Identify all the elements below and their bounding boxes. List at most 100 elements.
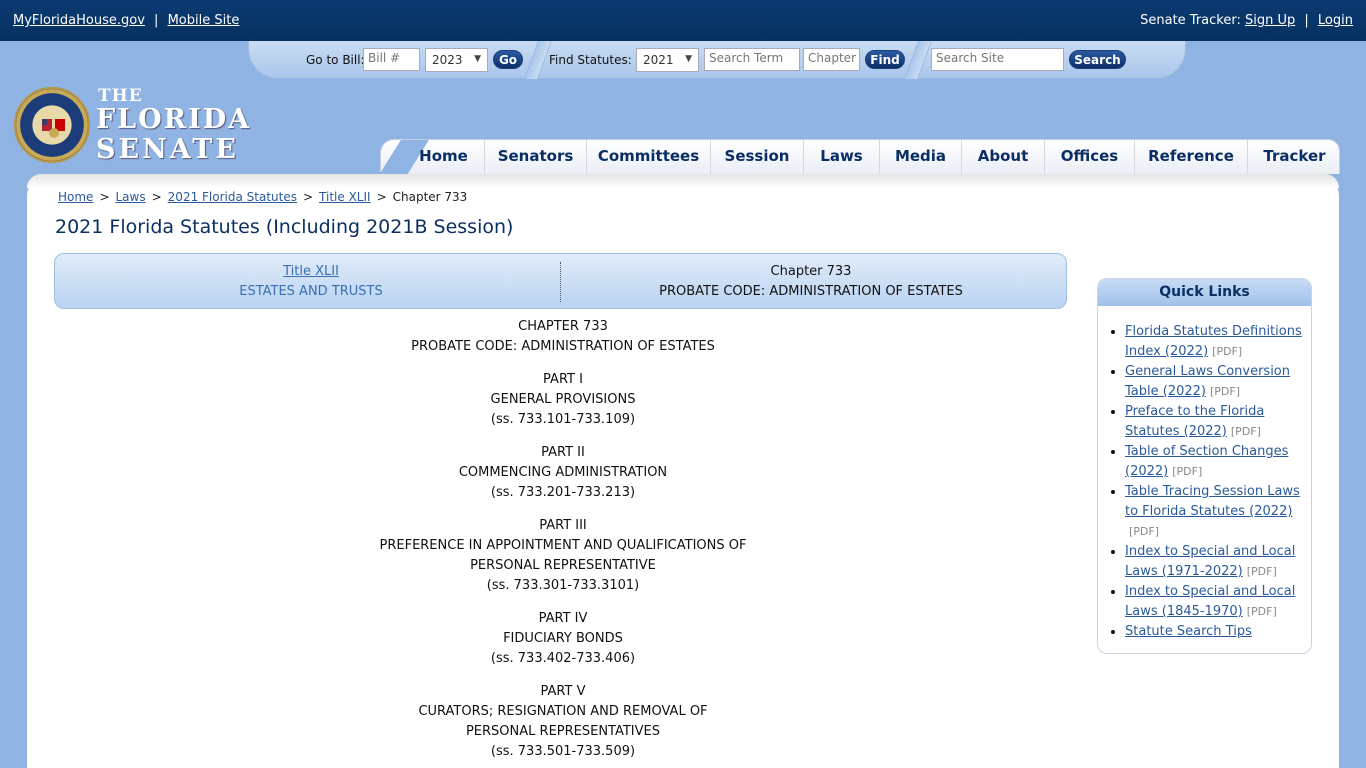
breadcrumb-sep: > — [302, 190, 314, 204]
breadcrumb-statutes[interactable]: 2021 Florida Statutes — [168, 190, 297, 204]
part-title: CURATORS; RESIGNATION AND REMOVAL OF PER… — [418, 704, 708, 739]
part-block: PART II COMMENCING ADMINISTRATION (ss. 7… — [54, 443, 1072, 503]
pdf-tag: [PDF] — [1129, 525, 1160, 538]
part-label[interactable]: PART III — [54, 516, 1072, 536]
nav-item-offices[interactable]: Offices — [1045, 140, 1135, 175]
find-statutes-label: Find Statutes: — [549, 53, 632, 67]
bill-year-select[interactable]: 2023 ▼ — [425, 48, 488, 72]
part-title: GENERAL PROVISIONS — [490, 392, 636, 407]
pdf-tag: [PDF] — [1246, 605, 1277, 618]
list-item: Preface to the Florida Statutes (2022)[P… — [1125, 402, 1303, 442]
statute-title-bar: Title XLII ESTATES AND TRUSTS Chapter 73… — [54, 253, 1067, 309]
mobile-site-link[interactable]: Mobile Site — [168, 13, 240, 28]
pdf-tag: [PDF] — [1172, 465, 1203, 478]
quick-link[interactable]: Table Tracing Session Laws to Florida St… — [1125, 484, 1300, 519]
part-label[interactable]: PART IV — [54, 609, 1072, 629]
logo-senate: SENATE — [96, 134, 239, 165]
nav-item-reference[interactable]: Reference — [1135, 140, 1248, 175]
part-label[interactable]: PART V — [54, 682, 1072, 702]
statute-year-select[interactable]: 2021 ▼ — [636, 48, 699, 72]
nav-item-committees[interactable]: Committees — [587, 140, 711, 175]
tray-divider-2 — [904, 41, 932, 79]
chapter-label: Chapter 733 — [770, 264, 852, 279]
nav-item-media[interactable]: Media — [880, 140, 962, 175]
nav-item-tracker[interactable]: Tracker — [1248, 140, 1341, 175]
title-link[interactable]: Title XLII — [283, 264, 339, 279]
top-bar-separator-2: | — [1304, 13, 1309, 28]
pdf-tag: [PDF] — [1230, 425, 1261, 438]
list-item: Index to Special and Local Laws (1845-19… — [1125, 582, 1303, 622]
breadcrumb-sep: > — [99, 190, 110, 204]
nav-item-home[interactable]: Home — [403, 140, 485, 175]
bill-number-input[interactable]: Bill # — [363, 48, 420, 71]
find-button[interactable]: Find — [865, 50, 905, 69]
nav-item-senators[interactable]: Senators — [485, 140, 587, 175]
breadcrumb-current: Chapter 733 — [392, 190, 468, 204]
login-link[interactable]: Login — [1318, 13, 1353, 28]
breadcrumb-sep: > — [151, 190, 162, 204]
chapter-contents: CHAPTER 733 PROBATE CODE: ADMINISTRATION… — [54, 317, 1072, 768]
chapter-subtitle: PROBATE CODE: ADMINISTRATION OF ESTATES — [659, 284, 963, 299]
tray-divider — [524, 41, 552, 79]
bill-year-value: 2023 — [432, 53, 463, 67]
breadcrumb-home[interactable]: Home — [58, 190, 93, 204]
top-bar: MyFloridaHouse.gov | Mobile Site Senate … — [0, 0, 1366, 41]
list-item: General Laws Conversion Table (2022)[PDF… — [1125, 362, 1303, 402]
pdf-tag: [PDF] — [1212, 345, 1243, 358]
pdf-tag: [PDF] — [1209, 385, 1240, 398]
part-range: (ss. 733.501-733.509) — [490, 744, 636, 759]
part-label[interactable]: PART I — [54, 370, 1072, 390]
page-title: 2021 Florida Statutes (Including 2021B S… — [55, 216, 514, 238]
nav-item-laws[interactable]: Laws — [804, 140, 880, 175]
title-subtitle: ESTATES AND TRUSTS — [239, 284, 383, 299]
part-range: (ss. 733.201-733.213) — [490, 485, 636, 500]
part-label[interactable]: PART II — [54, 443, 1072, 463]
part-block: PART V CURATORS; RESIGNATION AND REMOVAL… — [54, 682, 1072, 762]
go-button[interactable]: Go — [493, 50, 523, 69]
breadcrumb-laws[interactable]: Laws — [116, 190, 146, 204]
chapter-cell: Chapter 733 PROBATE CODE: ADMINISTRATION… — [561, 262, 1061, 302]
seal-emblem-icon — [42, 119, 65, 138]
statute-year-value: 2021 — [643, 53, 674, 67]
chapter-heading-block: CHAPTER 733 PROBATE CODE: ADMINISTRATION… — [54, 317, 1072, 357]
main-nav: Home Senators Committees Session Laws Me… — [379, 139, 1341, 175]
florida-senate-logo[interactable]: THE FLORIDA SENATE — [14, 86, 249, 166]
top-bar-left: MyFloridaHouse.gov | Mobile Site — [13, 13, 239, 28]
part-block: PART I GENERAL PROVISIONS (ss. 733.101-7… — [54, 370, 1072, 430]
senate-seal-icon — [14, 87, 90, 163]
list-item: Table of Section Changes (2022)[PDF] — [1125, 442, 1303, 482]
chapter-input[interactable]: Chapter — [803, 48, 860, 71]
list-item: Statute Search Tips — [1125, 622, 1303, 642]
chevron-down-icon: ▼ — [685, 54, 692, 64]
myfloridahouse-link[interactable]: MyFloridaHouse.gov — [13, 13, 145, 28]
site-search-input[interactable]: Search Site — [931, 48, 1064, 71]
quick-link[interactable]: Table of Section Changes (2022) — [1125, 444, 1288, 479]
quick-link[interactable]: Statute Search Tips — [1125, 624, 1252, 639]
search-tray: Go to Bill: Bill # 2023 ▼ Go Find Statute… — [248, 41, 1186, 79]
search-button[interactable]: Search — [1069, 50, 1126, 69]
nav-item-session[interactable]: Session — [711, 140, 804, 175]
quick-links-panel: Quick Links Florida Statutes Definitions… — [1097, 278, 1312, 654]
quick-link[interactable]: General Laws Conversion Table (2022) — [1125, 364, 1290, 399]
list-item: Florida Statutes Definitions Index (2022… — [1125, 322, 1303, 362]
top-bar-separator: | — [154, 13, 159, 28]
list-item: Table Tracing Session Laws to Florida St… — [1125, 482, 1303, 542]
part-title: COMMENCING ADMINISTRATION — [458, 465, 668, 480]
logo-the: THE — [98, 86, 143, 106]
breadcrumb: Home > Laws >2021 Florida Statutes > Title XL… — [58, 190, 467, 204]
breadcrumb-title[interactable]: Title XLII — [319, 190, 371, 204]
sign-up-link[interactable]: Sign Up — [1245, 13, 1295, 28]
senate-tracker-label: Senate Tracker: — [1140, 13, 1241, 28]
part-title: PREFERENCE IN APPOINTMENT AND QUALIFICAT… — [379, 538, 747, 573]
top-bar-right: Senate Tracker: Sign Up | Login — [1140, 13, 1353, 28]
part-block: PART IV FIDUCIARY BONDS (ss. 733.402-733… — [54, 609, 1072, 669]
title-cell: Title XLII ESTATES AND TRUSTS — [61, 262, 561, 302]
pdf-tag: [PDF] — [1246, 565, 1277, 578]
nav-item-about[interactable]: About — [962, 140, 1045, 175]
statute-search-term-input[interactable]: Search Term — [704, 48, 800, 71]
quick-links-heading: Quick Links — [1098, 279, 1311, 306]
main-nav-list: Home Senators Committees Session Laws Me… — [403, 140, 1341, 175]
part-block: PART III PREFERENCE IN APPOINTMENT AND Q… — [54, 516, 1072, 596]
quick-links-list: Florida Statutes Definitions Index (2022… — [1125, 322, 1303, 642]
chevron-down-icon: ▼ — [474, 54, 481, 64]
